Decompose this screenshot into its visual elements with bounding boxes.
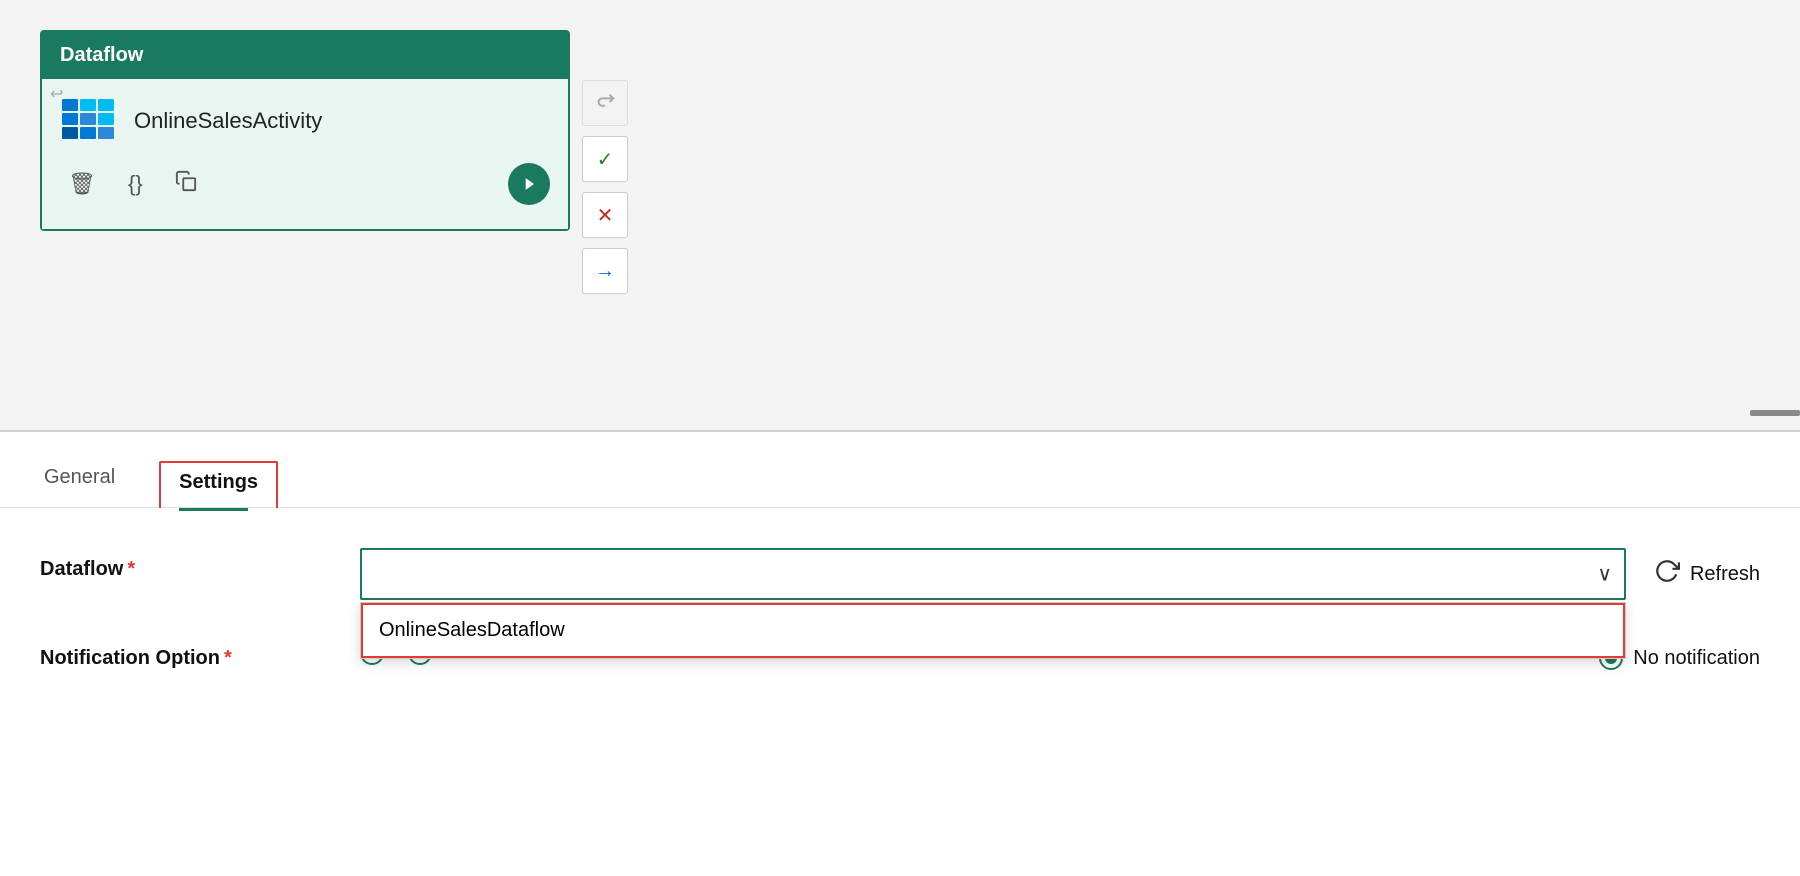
copy-icon[interactable] xyxy=(175,170,197,198)
no-notification-text: No notification xyxy=(1633,647,1760,670)
dataflow-form-row: Dataflow* ∨ OnlineSalesDataflow xyxy=(40,548,1760,600)
card-header: Dataflow xyxy=(42,32,568,79)
refresh-button[interactable]: Refresh xyxy=(1654,548,1760,591)
braces-icon[interactable]: {} xyxy=(128,171,143,197)
dataflow-dropdown-input[interactable] xyxy=(360,548,1626,600)
go-button[interactable] xyxy=(508,163,550,205)
delete-icon[interactable]: 🗑 xyxy=(68,171,96,197)
activity-name: OnlineSalesActivity xyxy=(134,108,322,134)
cancel-button[interactable]: ✕ xyxy=(582,192,628,238)
dataflow-label: Dataflow* xyxy=(40,548,360,581)
next-button[interactable]: → xyxy=(582,248,628,294)
actions-row: ↩ 🗑 {} xyxy=(60,163,550,205)
canvas-area: Dataflow xyxy=(0,0,1800,430)
dataflow-dropdown-menu: OnlineSalesDataflow xyxy=(360,602,1626,659)
tab-general[interactable]: General xyxy=(40,456,119,508)
refresh-label: Refresh xyxy=(1690,563,1760,586)
tab-settings[interactable]: Settings xyxy=(159,461,278,508)
form-area: Dataflow* ∨ OnlineSalesDataflow xyxy=(0,508,1800,670)
side-toolbar: ✓ ✕ → xyxy=(582,80,628,294)
dataflow-dropdown-wrapper: ∨ OnlineSalesDataflow xyxy=(360,548,1626,600)
dropdown-item-online-sales-dataflow[interactable]: OnlineSalesDataflow xyxy=(361,603,1625,658)
tabs-row: General Settings xyxy=(0,432,1800,508)
dataflow-card: Dataflow xyxy=(40,30,570,231)
dataflow-icon xyxy=(60,97,116,145)
card-body: OnlineSalesActivity ↩ 🗑 {} xyxy=(42,79,568,229)
confirm-button[interactable]: ✓ xyxy=(582,136,628,182)
panel-resize-handle[interactable] xyxy=(1750,410,1800,416)
activity-row: OnlineSalesActivity xyxy=(60,97,550,145)
notification-label: Notification Option* xyxy=(40,637,360,670)
dataflow-required-star: * xyxy=(127,558,135,580)
dataflow-control-area: ∨ OnlineSalesDataflow xyxy=(360,548,1626,600)
redo-button[interactable] xyxy=(582,80,628,126)
notification-required-star: * xyxy=(224,647,232,669)
redo-small-icon: ↩ xyxy=(50,84,63,104)
refresh-icon xyxy=(1654,558,1680,591)
card-title: Dataflow xyxy=(60,44,143,66)
bottom-panel: General Settings Dataflow* ∨ OnlineSales… xyxy=(0,432,1800,876)
